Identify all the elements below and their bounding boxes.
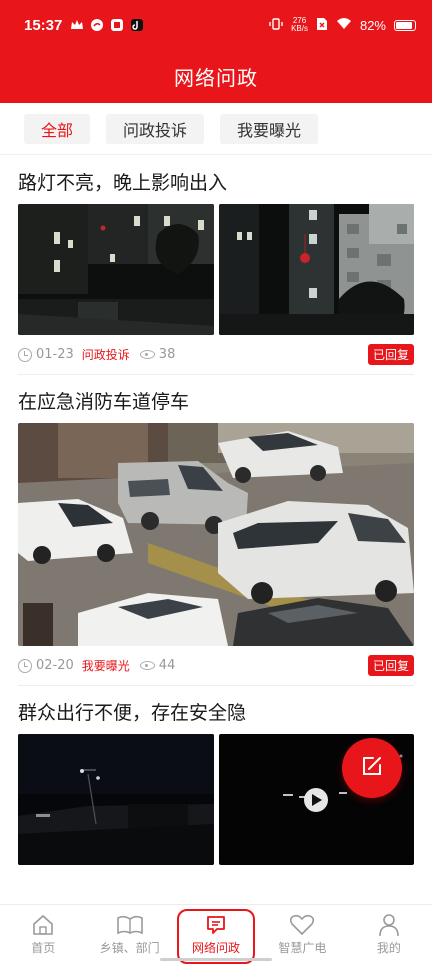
- post-title[interactable]: 在应急消防车道停车: [18, 375, 414, 423]
- app-header: 15:37 276 KB/s 82% 网络问政: [0, 0, 432, 103]
- nav-label: 首页: [31, 941, 56, 955]
- nav-home[interactable]: 首页: [0, 905, 86, 964]
- battery-icon: [394, 19, 416, 31]
- compose-button[interactable]: [342, 738, 402, 798]
- post-date: 02-20: [36, 658, 74, 673]
- tab-exposure[interactable]: 我要曝光: [220, 113, 319, 144]
- sim-icon: [316, 17, 328, 34]
- post-card[interactable]: 在应急消防车道停车 02-20 我要曝光 44 已回复: [0, 375, 432, 686]
- nav-label: 智慧广电: [278, 941, 327, 955]
- status-left-icons: [70, 18, 144, 32]
- tab-complaints[interactable]: 问政投诉: [106, 113, 205, 144]
- app-badge-icon: [110, 18, 124, 32]
- post-category: 问政投诉: [81, 348, 130, 362]
- category-tabs: 全部 问政投诉 我要曝光: [0, 103, 432, 155]
- weibo-icon: [90, 18, 104, 32]
- eye-icon: [139, 661, 155, 670]
- status-badge: 已回复: [367, 344, 414, 365]
- status-bar: 15:37 276 KB/s 82%: [0, 0, 432, 50]
- night-building-photo[interactable]: [18, 204, 214, 335]
- tiktok-icon: [130, 18, 144, 32]
- vibrate-icon: [269, 17, 283, 34]
- bottom-nav: 首页 乡镇、部门 网络问政 智慧广电 我的: [0, 904, 432, 964]
- net-speed: 276 KB/s: [291, 17, 308, 33]
- post-title[interactable]: 群众出行不便，存在安全隐: [18, 686, 414, 734]
- edit-icon: [358, 752, 386, 784]
- nav-network-politics[interactable]: 网络问政: [173, 905, 259, 964]
- home-icon: [30, 913, 56, 937]
- status-badge: 已回复: [367, 655, 414, 676]
- wifi-icon: [336, 17, 352, 33]
- post-date: 01-23: [36, 347, 74, 362]
- battery-level: 82%: [359, 17, 386, 33]
- nav-label: 乡镇、部门: [99, 941, 160, 955]
- status-right: 276 KB/s 82%: [269, 17, 416, 34]
- nav-mine[interactable]: 我的: [346, 905, 432, 964]
- nav-smart-broadcast[interactable]: 智慧广电: [259, 905, 345, 964]
- nav-towns-departments[interactable]: 乡镇、部门: [86, 905, 172, 964]
- active-highlight: [176, 909, 256, 964]
- clock-icon: [18, 658, 32, 673]
- post-images: [18, 423, 414, 646]
- dark-street-photo[interactable]: [18, 734, 214, 865]
- net-speed-unit: KB/s: [291, 24, 308, 33]
- post-category: 我要曝光: [81, 659, 130, 673]
- tab-all[interactable]: 全部: [24, 113, 91, 144]
- post-meta: 01-23 问政投诉 38 已回复: [18, 335, 414, 375]
- home-indicator: [160, 958, 272, 961]
- post-meta: 02-20 我要曝光 44 已回复: [18, 646, 414, 686]
- status-time: 15:37: [24, 16, 63, 34]
- night-building-photo[interactable]: [219, 204, 414, 335]
- page-title: 网络问政: [174, 66, 258, 90]
- heart-icon: [289, 913, 315, 937]
- post-title[interactable]: 路灯不亮，晚上影响出入: [18, 156, 414, 204]
- post-views: 44: [158, 658, 176, 673]
- nav-label: 我的: [376, 941, 401, 955]
- post-card[interactable]: 路灯不亮，晚上影响出入 01-23 问政投诉 38 已回复: [0, 156, 432, 375]
- crown-icon: [70, 18, 84, 32]
- post-images: [18, 204, 414, 335]
- user-icon: [376, 913, 402, 937]
- clock-icon: [18, 347, 32, 362]
- post-views: 38: [158, 347, 176, 362]
- parked-cars-photo[interactable]: [18, 423, 414, 646]
- eye-icon: [139, 350, 155, 359]
- book-icon: [116, 913, 143, 937]
